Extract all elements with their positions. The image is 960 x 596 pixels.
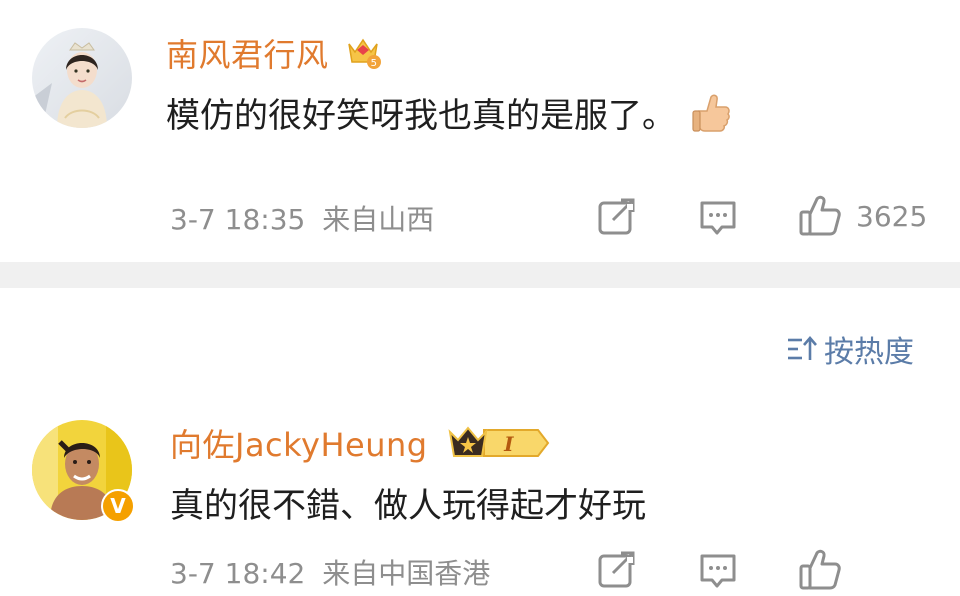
comment-location: 来自中国香港	[322, 557, 491, 590]
comment-timestamp: 3-7 18:42	[170, 557, 306, 590]
share-icon	[598, 551, 635, 588]
share-button[interactable]	[597, 551, 637, 593]
username-text[interactable]: 向佐JackyHeung	[170, 426, 428, 464]
like-button[interactable]	[798, 548, 842, 596]
thumbs-up-icon	[799, 549, 841, 590]
verified-badge: V	[101, 489, 135, 523]
badge-level: I	[503, 432, 514, 456]
verified-mark: V	[110, 494, 126, 518]
comment-icon	[700, 554, 736, 588]
comment-text: 真的很不錯、做人玩得起才好玩	[170, 478, 646, 527]
vip-level-badge: I	[446, 424, 550, 470]
comment-item: V 向佐JackyHeung I 真的很不錯、做人玩得起才好玩 3-7 18:4…	[0, 0, 960, 592]
comment-text-content: 真的很不錯、做人玩得起才好玩	[170, 486, 646, 526]
reply-button[interactable]	[698, 551, 738, 595]
username[interactable]: 向佐JackyHeung I	[170, 420, 550, 470]
comment-meta: 3-7 18:42 来自中国香港	[170, 552, 490, 592]
